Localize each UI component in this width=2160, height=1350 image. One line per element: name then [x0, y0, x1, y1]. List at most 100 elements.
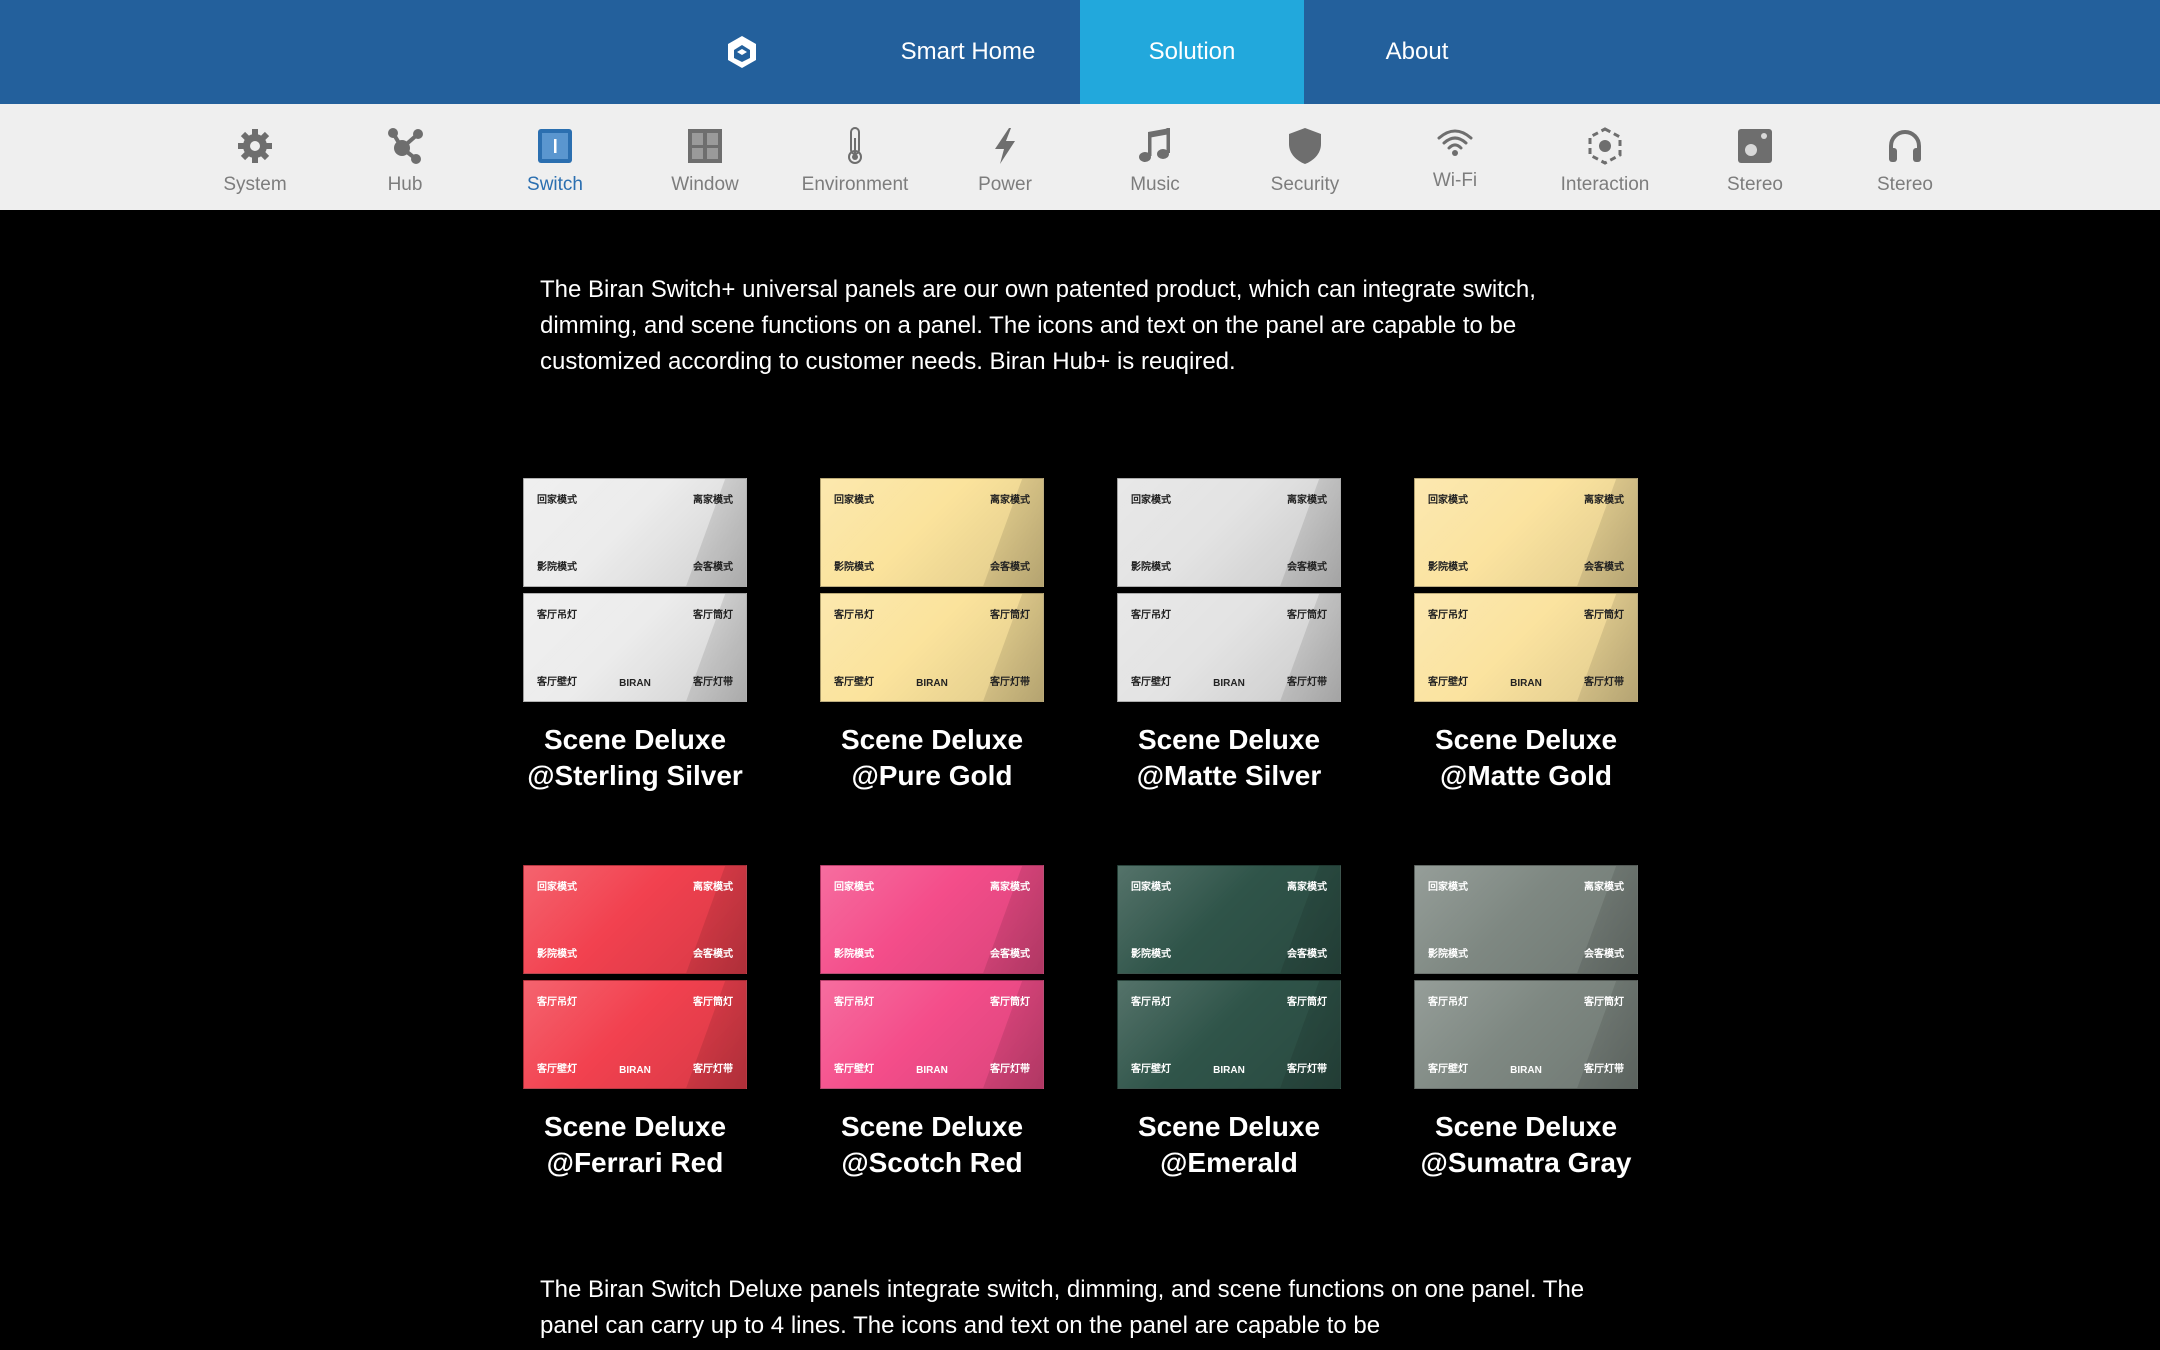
product-title[interactable]: Scene Deluxe @Pure Gold: [780, 722, 1084, 794]
panel-top-plate: 回家模式 离家模式 影院模式 会客模式: [1414, 865, 1638, 974]
product-title-line1: Scene Deluxe: [1137, 1111, 1321, 1142]
panel-image: 回家模式 离家模式 影院模式 会客模式 客厅吊灯 客厅筒灯 客厅壁灯 客厅灯带 BIRAN: [1117, 865, 1341, 1089]
panel-brand-label: BIRAN: [619, 1065, 651, 1076]
panel-scene-label: 客厅筒灯: [693, 997, 733, 1008]
product-title-line2: @Matte Gold: [1440, 760, 1612, 791]
panel-image: 回家模式 离家模式 影院模式 会客模式 客厅吊灯 客厅筒灯 客厅壁灯 客厅灯带 BIRAN: [1414, 865, 1638, 1089]
category-security[interactable]: Security: [1230, 104, 1380, 210]
panel-scene-label: 会客模式: [693, 949, 733, 960]
category-switch[interactable]: Switch: [480, 104, 630, 210]
product-title[interactable]: Scene Deluxe @Emerald: [1077, 1109, 1381, 1181]
panel-scene-label: 客厅筒灯: [1584, 610, 1624, 621]
panel-top-plate: 回家模式 离家模式 影院模式 会客模式: [820, 865, 1044, 974]
category-wifi[interactable]: Wi-Fi: [1380, 104, 1530, 210]
product-title-line1: Scene Deluxe: [1434, 1111, 1618, 1142]
interaction-icon: [1585, 126, 1625, 166]
panel-scene-label: 客厅筒灯: [1287, 610, 1327, 621]
panel-top-plate: 回家模式 离家模式 影院模式 会客模式: [820, 478, 1044, 587]
panel-bottom-plate: 客厅吊灯 客厅筒灯 客厅壁灯 客厅灯带 BIRAN: [523, 593, 747, 702]
product-title[interactable]: Scene Deluxe @Scotch Red: [780, 1109, 1084, 1181]
category-window[interactable]: Window: [630, 104, 780, 210]
category-label: Environment: [801, 174, 909, 195]
category-label: Window: [671, 174, 739, 195]
panel-scene-label: 回家模式: [1131, 882, 1171, 893]
category-music[interactable]: Music: [1080, 104, 1230, 210]
product-title[interactable]: Scene Deluxe @Ferrari Red: [483, 1109, 787, 1181]
category-label: Power: [978, 174, 1032, 195]
panel-bottom-plate: 客厅吊灯 客厅筒灯 客厅壁灯 客厅灯带 BIRAN: [1117, 593, 1341, 702]
panel-scene-label: 会客模式: [990, 949, 1030, 960]
panel-scene-label: 会客模式: [990, 562, 1030, 573]
category-label: Hub: [387, 174, 423, 195]
product-title-line2: @Emerald: [1160, 1147, 1298, 1178]
product-title-line1: Scene Deluxe: [543, 1111, 727, 1142]
panel-scene-label: 影院模式: [537, 949, 577, 960]
panel-scene-label: 客厅吊灯: [1428, 610, 1468, 621]
product-card[interactable]: 回家模式 离家模式 影院模式 会客模式 客厅吊灯 客厅筒灯 客厅壁灯 客厅灯带 BIRAN Sce…: [1117, 478, 1341, 791]
product-title-line2: @Pure Gold: [851, 760, 1013, 791]
panel-bottom-plate: 客厅吊灯 客厅筒灯 客厅壁灯 客厅灯带 BIRAN: [1117, 980, 1341, 1089]
panel-scene-label: 会客模式: [1287, 949, 1327, 960]
panel-scene-label: 回家模式: [1428, 495, 1468, 506]
product-card[interactable]: 回家模式 离家模式 影院模式 会客模式 客厅吊灯 客厅筒灯 客厅壁灯 客厅灯带 BIRAN Sce…: [1414, 865, 1638, 1178]
category-label: Stereo: [1727, 174, 1783, 195]
product-title-line2: @Sterling Silver: [527, 760, 743, 791]
shield-icon: [1285, 126, 1325, 166]
panel-scene-label: 客厅筒灯: [990, 610, 1030, 621]
product-title-line1: Scene Deluxe: [1434, 724, 1618, 755]
panel-top-plate: 回家模式 离家模式 影院模式 会客模式: [523, 865, 747, 974]
panel-image: 回家模式 离家模式 影院模式 会客模式 客厅吊灯 客厅筒灯 客厅壁灯 客厅灯带 BIRAN: [523, 865, 747, 1089]
panel-bottom-plate: 客厅吊灯 客厅筒灯 客厅壁灯 客厅灯带 BIRAN: [523, 980, 747, 1089]
panel-scene-label: 离家模式: [990, 882, 1030, 893]
category-label: System: [223, 174, 287, 195]
window-icon: [685, 126, 725, 166]
category-stereo-2[interactable]: Stereo: [1830, 104, 1980, 210]
hub-icon: [385, 126, 425, 166]
product-card[interactable]: 回家模式 离家模式 影院模式 会客模式 客厅吊灯 客厅筒灯 客厅壁灯 客厅灯带 BIRAN Sce…: [820, 865, 1044, 1178]
nav-solution[interactable]: Solution: [1080, 0, 1304, 104]
product-card[interactable]: 回家模式 离家模式 影院模式 会客模式 客厅吊灯 客厅筒灯 客厅壁灯 客厅灯带 BIRAN Sce…: [523, 478, 747, 791]
product-card[interactable]: 回家模式 离家模式 影院模式 会客模式 客厅吊灯 客厅筒灯 客厅壁灯 客厅灯带 BIRAN Sce…: [1117, 865, 1341, 1178]
nav-about[interactable]: About: [1304, 0, 1530, 104]
thermometer-icon: [835, 126, 875, 166]
panel-brand-label: BIRAN: [1213, 1065, 1245, 1076]
category-power[interactable]: Power: [930, 104, 1080, 210]
product-card[interactable]: 回家模式 离家模式 影院模式 会客模式 客厅吊灯 客厅筒灯 客厅壁灯 客厅灯带 BIRAN Sce…: [1414, 478, 1638, 791]
category-label: Security: [1270, 174, 1340, 195]
product-card[interactable]: 回家模式 离家模式 影院模式 会客模式 客厅吊灯 客厅筒灯 客厅壁灯 客厅灯带 BIRAN Sce…: [523, 865, 747, 1178]
panel-scene-label: 离家模式: [1287, 495, 1327, 506]
product-title-line2: @Sumatra Gray: [1420, 1147, 1632, 1178]
panel-bottom-plate: 客厅吊灯 客厅筒灯 客厅壁灯 客厅灯带 BIRAN: [820, 980, 1044, 1089]
home-logo-icon[interactable]: [724, 34, 760, 70]
category-stereo[interactable]: Stereo: [1680, 104, 1830, 210]
panel-bottom-plate: 客厅吊灯 客厅筒灯 客厅壁灯 客厅灯带 BIRAN: [820, 593, 1044, 702]
intro-paragraph: The Biran Switch+ universal panels are o…: [540, 276, 1536, 375]
nav-smart-home[interactable]: Smart Home: [858, 0, 1078, 104]
product-title[interactable]: Scene Deluxe @Matte Silver: [1077, 722, 1381, 794]
product-title[interactable]: Scene Deluxe @Sumatra Gray: [1374, 1109, 1678, 1181]
panel-image: 回家模式 离家模式 影院模式 会客模式 客厅吊灯 客厅筒灯 客厅壁灯 客厅灯带 BIRAN: [1414, 478, 1638, 702]
product-title-line2: @Scotch Red: [841, 1147, 1023, 1178]
headphones-icon: [1885, 126, 1925, 166]
category-system[interactable]: System: [180, 104, 330, 210]
wifi-icon: [1435, 122, 1475, 162]
category-interaction[interactable]: Interaction: [1530, 104, 1680, 210]
panel-scene-label: 会客模式: [693, 562, 733, 573]
panel-scene-label: 回家模式: [1428, 882, 1468, 893]
panel-brand-label: BIRAN: [916, 678, 948, 689]
product-title[interactable]: Scene Deluxe @Sterling Silver: [483, 722, 787, 794]
panel-scene-label: 影院模式: [1428, 562, 1468, 573]
panel-top-plate: 回家模式 离家模式 影院模式 会客模式: [523, 478, 747, 587]
category-label: Switch: [527, 174, 583, 195]
panel-scene-label: 离家模式: [1584, 882, 1624, 893]
category-environment[interactable]: Environment: [780, 104, 930, 210]
product-title[interactable]: Scene Deluxe @Matte Gold: [1374, 722, 1678, 794]
product-title-line1: Scene Deluxe: [1137, 724, 1321, 755]
panel-scene-label: 客厅吊灯: [537, 610, 577, 621]
panel-scene-label: 客厅吊灯: [834, 610, 874, 621]
product-title-line2: @Ferrari Red: [546, 1147, 724, 1178]
product-card[interactable]: 回家模式 离家模式 影院模式 会客模式 客厅吊灯 客厅筒灯 客厅壁灯 客厅灯带 BIRAN Sce…: [820, 478, 1044, 791]
panel-bottom-plate: 客厅吊灯 客厅筒灯 客厅壁灯 客厅灯带 BIRAN: [1414, 593, 1638, 702]
category-hub[interactable]: Hub: [330, 104, 480, 210]
panel-image: 回家模式 离家模式 影院模式 会客模式 客厅吊灯 客厅筒灯 客厅壁灯 客厅灯带 BIRAN: [820, 478, 1044, 702]
